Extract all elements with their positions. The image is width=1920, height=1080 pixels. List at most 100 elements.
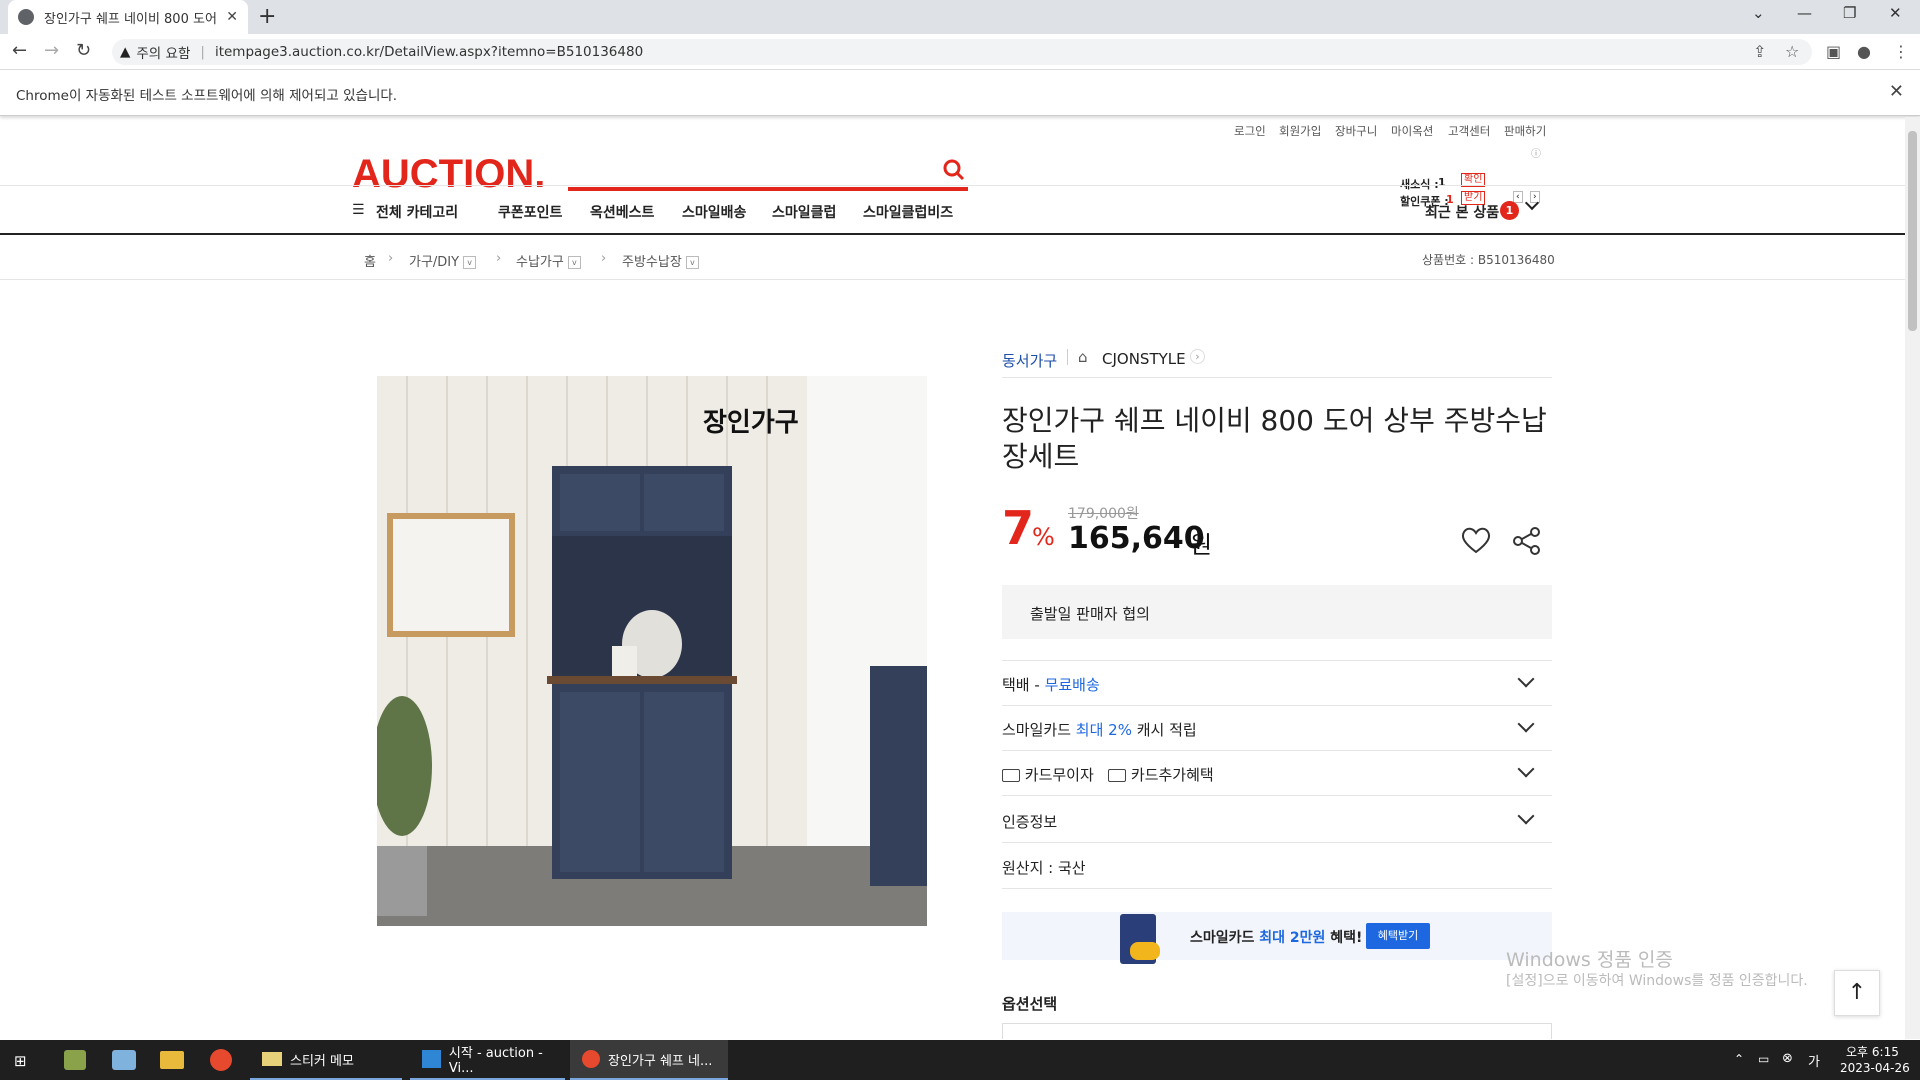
- myauction-link[interactable]: 마이옥션: [1391, 123, 1433, 139]
- nav-item-best[interactable]: 옥션베스트: [590, 202, 654, 222]
- chevron-down-icon[interactable]: [1517, 760, 1535, 778]
- chevron-down-icon[interactable]: [1517, 670, 1535, 688]
- cert-row[interactable]: 인증정보: [1002, 811, 1057, 832]
- network-icon[interactable]: ▭: [1758, 1052, 1769, 1066]
- breadcrumb-item-storage[interactable]: 수납가구 v: [516, 251, 581, 270]
- photos-app-icon[interactable]: [112, 1050, 136, 1070]
- product-photo: [377, 376, 927, 926]
- store-arrow-icon[interactable]: ›: [1190, 349, 1205, 364]
- global-nav: ☰ 전체 카테고리 쿠폰포인트 옥션베스트 스마일배송 스마일클럽 스마일클럽비…: [0, 185, 1905, 235]
- search-icon[interactable]: [943, 159, 965, 181]
- clock-time[interactable]: 오후 6:15: [1846, 1043, 1899, 1060]
- taskbar-app-sticky[interactable]: 스티커 메모: [250, 1040, 402, 1080]
- breadcrumb: 홈 › 가구/DIY v › 수납가구 v › 주방수납장 v 상품번호 : B510…: [0, 237, 1905, 280]
- chevron-down-icon[interactable]: [1524, 195, 1540, 211]
- login-link[interactable]: 로그인: [1234, 123, 1266, 139]
- dropdown-icon[interactable]: v: [463, 256, 477, 269]
- page-content: 로그인 회원가입 장바구니 마이옥션 고객센터 판매하기 ⓘ AUCTION. …: [0, 117, 1905, 1039]
- chevron-down-icon[interactable]: [1517, 807, 1535, 825]
- side-panel-icon[interactable]: ▣: [1826, 42, 1841, 61]
- heart-icon[interactable]: [1460, 525, 1492, 555]
- delivery-row[interactable]: 택배 - 무료배송: [1002, 674, 1100, 695]
- folder-icon[interactable]: [160, 1051, 184, 1069]
- product-image[interactable]: 장인가구: [377, 376, 927, 926]
- profile-icon[interactable]: ●: [1857, 42, 1871, 61]
- card-benefit-icon: [1108, 769, 1127, 782]
- chevron-down-icon[interactable]: [1517, 715, 1535, 733]
- info-icon[interactable]: ⓘ: [1531, 145, 1541, 160]
- product-number: 상품번호 : B510136480: [1422, 253, 1555, 267]
- ime-icon[interactable]: 가: [1808, 1051, 1820, 1070]
- minimize-button[interactable]: —: [1797, 4, 1812, 22]
- banner-text-3: 혜택!: [1325, 930, 1363, 946]
- close-infobar-icon[interactable]: ✕: [1889, 81, 1904, 102]
- maps-app-icon[interactable]: [64, 1050, 86, 1070]
- chrome-icon[interactable]: [210, 1049, 232, 1071]
- security-label[interactable]: 주의 요함: [136, 42, 190, 62]
- dropdown-icon[interactable]: v: [567, 256, 581, 269]
- hamburger-icon[interactable]: ☰: [352, 202, 365, 218]
- taskbar-app-chrome[interactable]: 장인가구 쉐프 네...: [570, 1040, 728, 1080]
- price-unit: 원: [1190, 531, 1213, 559]
- breadcrumb-item-furniture[interactable]: 가구/DIY v: [409, 251, 477, 270]
- dropdown-icon[interactable]: v: [685, 256, 699, 269]
- tray-arrow-icon[interactable]: ⌃: [1734, 1052, 1744, 1066]
- forward-icon[interactable]: →: [44, 40, 59, 61]
- card-interest-label: 카드무이자: [1024, 766, 1094, 784]
- option-label: 옵션선택: [1002, 995, 1058, 1013]
- nav-item-coupon[interactable]: 쿠폰포인트: [498, 202, 562, 222]
- option-select[interactable]: [1002, 1023, 1552, 1039]
- clock-date[interactable]: 2023-04-26: [1840, 1061, 1910, 1075]
- delivery-value: 무료배송: [1044, 676, 1100, 694]
- breadcrumb-label: 가구/DIY: [409, 255, 460, 270]
- taskbar-app-label: 스티커 메모: [290, 1053, 354, 1069]
- url-text[interactable]: itempage3.auction.co.kr/DetailView.aspx?…: [215, 44, 643, 60]
- breadcrumb-label: 수납가구: [516, 255, 564, 270]
- signup-link[interactable]: 회원가입: [1279, 123, 1321, 139]
- scrollbar-thumb[interactable]: [1908, 131, 1917, 331]
- sticky-notes-icon: [262, 1052, 282, 1066]
- banner-benefit-button[interactable]: 혜택받기: [1366, 923, 1430, 949]
- card-interest-row[interactable]: 카드무이자 카드추가혜택: [1002, 764, 1214, 785]
- windows-start-icon[interactable]: ⊞: [14, 1052, 27, 1070]
- shipping-date-box: 출발일 판매자 협의: [1002, 585, 1552, 639]
- smilecard-suffix: 캐시 적립: [1131, 721, 1197, 739]
- new-tab-button[interactable]: +: [258, 4, 276, 29]
- back-icon[interactable]: ←: [12, 40, 27, 61]
- address-separator: |: [200, 44, 205, 60]
- sell-link[interactable]: 판매하기: [1504, 123, 1546, 139]
- cart-link[interactable]: 장바구니: [1335, 123, 1377, 139]
- breadcrumb-sep-icon: ›: [388, 251, 394, 266]
- close-tab-icon[interactable]: ✕: [226, 9, 238, 25]
- smilecard-banner[interactable]: 스마일카드 최대 2만원 혜택! 혜택받기: [1002, 912, 1552, 964]
- close-window-button[interactable]: ✕: [1889, 4, 1902, 22]
- taskbar-app-vscode[interactable]: 시작 - auction - Vi...: [410, 1040, 565, 1080]
- reload-icon[interactable]: ↻: [76, 40, 91, 61]
- discount-unit: %: [1032, 523, 1055, 551]
- address-bar[interactable]: ▲ 주의 요함 | itempage3.auction.co.kr/Detail…: [112, 39, 1812, 65]
- brand-link[interactable]: 동서가구: [1002, 350, 1057, 371]
- scrollbar[interactable]: [1905, 117, 1920, 1039]
- browser-tab[interactable]: 장인가구 쉐프 네이비 800 도어 ✕: [8, 0, 248, 34]
- volume-icon[interactable]: ⊗: [1782, 1051, 1793, 1066]
- scroll-top-button[interactable]: ↑: [1834, 970, 1880, 1016]
- breadcrumb-item-kitchen[interactable]: 주방수납장 v: [622, 251, 699, 270]
- taskbar: ⊞ 스티커 메모 시작 - auction - Vi... 장인가구 쉐프 네.…: [0, 1040, 1920, 1080]
- banner-text: 스마일카드 최대 2만원 혜택!: [1190, 927, 1362, 947]
- share-icon[interactable]: [1512, 526, 1542, 556]
- recent-items-link[interactable]: 최근 본 상품: [1425, 202, 1499, 222]
- nav-item-smiledelivery[interactable]: 스마일배송: [682, 202, 746, 222]
- store-link[interactable]: CJONSTYLE: [1102, 350, 1186, 368]
- nav-item-smileclubbiz[interactable]: 스마일클럽비즈: [863, 202, 953, 222]
- bookmark-star-icon[interactable]: ☆: [1785, 42, 1799, 61]
- tab-search-icon[interactable]: ⌄: [1752, 4, 1765, 22]
- divider: [1002, 842, 1552, 843]
- customer-center-link[interactable]: 고객센터: [1448, 123, 1490, 139]
- share-page-icon[interactable]: ⇪: [1753, 42, 1766, 61]
- smilecard-row[interactable]: 스마일카드 최대 2% 캐시 적립: [1002, 719, 1197, 740]
- maximize-button[interactable]: ❐: [1843, 4, 1856, 22]
- all-categories-link[interactable]: 전체 카테고리: [376, 202, 458, 222]
- nav-item-smileclub[interactable]: 스마일클럽: [772, 202, 836, 222]
- menu-icon[interactable]: ⋮: [1893, 42, 1909, 61]
- breadcrumb-home[interactable]: 홈: [364, 251, 376, 270]
